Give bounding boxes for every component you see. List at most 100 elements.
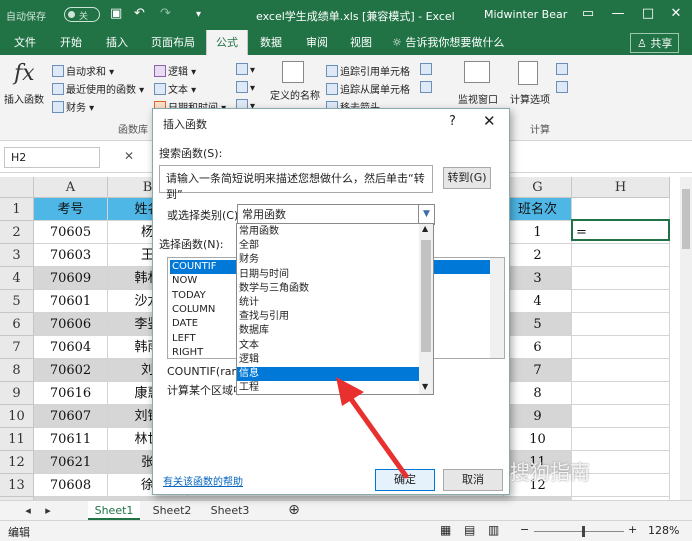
cell-h[interactable]: [572, 267, 670, 290]
calc-sheet-icon[interactable]: [556, 81, 570, 94]
select-all-corner[interactable]: [0, 177, 34, 198]
dropdown-option[interactable]: 日期与时间: [237, 268, 421, 282]
zoom-out-icon[interactable]: −: [520, 523, 529, 536]
cell-a[interactable]: 70621: [34, 451, 108, 474]
row-header[interactable]: 4: [0, 267, 34, 290]
row-header[interactable]: 6: [0, 313, 34, 336]
go-button[interactable]: 转到(G): [443, 167, 491, 189]
tab-data[interactable]: 数据: [252, 30, 290, 55]
calc-now-icon[interactable]: [556, 63, 570, 76]
zoom-slider-thumb[interactable]: [582, 526, 585, 537]
cell-a[interactable]: 70603: [34, 244, 108, 267]
cell-h[interactable]: [572, 336, 670, 359]
dropdown-option[interactable]: 财务: [237, 253, 421, 267]
error-checking-icon[interactable]: [420, 81, 434, 94]
function-list-scrollbar[interactable]: [490, 258, 504, 358]
col-header-h[interactable]: H: [572, 177, 670, 198]
autosave-toggle[interactable]: 关: [64, 7, 100, 22]
cancel-entry-icon[interactable]: ✕: [124, 149, 134, 163]
math-button[interactable]: ▾: [236, 81, 255, 94]
tab-review[interactable]: 审阅: [298, 30, 336, 55]
dialog-close-icon[interactable]: ✕: [483, 112, 496, 130]
scroll-thumb[interactable]: [682, 189, 690, 249]
autosum-button[interactable]: 自动求和 ▾: [52, 63, 114, 78]
zoom-in-icon[interactable]: +: [628, 523, 637, 536]
cell-a[interactable]: 70616: [34, 382, 108, 405]
zoom-level[interactable]: 128%: [648, 524, 679, 537]
dropdown-option[interactable]: 文本: [237, 339, 421, 353]
cell-h[interactable]: [572, 405, 670, 428]
dropdown-option[interactable]: 逻辑: [237, 353, 421, 367]
cell-g[interactable]: 6: [504, 336, 572, 359]
tab-home[interactable]: 开始: [52, 30, 90, 55]
cell-a[interactable]: 70604: [34, 336, 108, 359]
row-header[interactable]: 2: [0, 221, 34, 244]
cell-a[interactable]: 70605: [34, 221, 108, 244]
trace-dependents-button[interactable]: 追踪从属单元格: [326, 81, 410, 96]
cell-h[interactable]: [572, 244, 670, 267]
dropdown-option[interactable]: 工程: [237, 381, 421, 394]
financial-button[interactable]: 财务 ▾: [52, 99, 94, 114]
col-header-g[interactable]: G: [504, 177, 572, 198]
cell-g[interactable]: 3: [504, 267, 572, 290]
cell-h[interactable]: [572, 198, 670, 221]
vertical-scrollbar[interactable]: [680, 177, 692, 500]
recent-functions-button[interactable]: 最近使用的函数 ▾: [52, 81, 144, 96]
row-header[interactable]: 8: [0, 359, 34, 382]
dropdown-option[interactable]: 数学与三角函数: [237, 282, 421, 296]
fx-icon[interactable]: fx: [14, 61, 35, 86]
tab-insert[interactable]: 插入: [98, 30, 136, 55]
row-header[interactable]: 5: [0, 290, 34, 313]
row-header[interactable]: 1: [0, 198, 34, 221]
cell-h[interactable]: [572, 359, 670, 382]
cell-a[interactable]: 70608: [34, 474, 108, 497]
cell-g[interactable]: 班名次: [504, 198, 572, 221]
watch-window-button[interactable]: 监视窗口: [458, 91, 498, 106]
cell-g[interactable]: 2: [504, 244, 572, 267]
tab-page-layout[interactable]: 页面布局: [144, 30, 202, 55]
user-name[interactable]: Midwinter Bear: [484, 8, 567, 21]
cell-h[interactable]: [572, 428, 670, 451]
row-header[interactable]: 3: [0, 244, 34, 267]
add-sheet-icon[interactable]: ⊕: [284, 501, 304, 520]
redo-icon[interactable]: ↷: [160, 6, 171, 21]
normal-view-icon[interactable]: ▦: [440, 523, 451, 537]
row-header[interactable]: 7: [0, 336, 34, 359]
text-button[interactable]: 文本 ▾: [154, 81, 196, 96]
tell-me-box[interactable]: ☼ 告诉我你想要做什么: [392, 30, 504, 55]
share-button[interactable]: ♙ 共享: [630, 33, 680, 53]
dropdown-option[interactable]: 常用函数: [237, 225, 421, 239]
sheet-tab-3[interactable]: Sheet3: [204, 501, 256, 520]
cell-a[interactable]: 70611: [34, 428, 108, 451]
undo-icon[interactable]: ↶: [134, 6, 145, 21]
row-header[interactable]: 13: [0, 474, 34, 497]
qat-customize-icon[interactable]: ▾: [196, 9, 201, 20]
cell-g[interactable]: 1: [504, 221, 572, 244]
dropdown-option[interactable]: 查找与引用: [237, 310, 421, 324]
tab-file[interactable]: 文件: [6, 30, 44, 55]
tab-view[interactable]: 视图: [342, 30, 380, 55]
function-help-link[interactable]: 有关该函数的帮助: [163, 473, 243, 488]
category-dropdown[interactable]: 常用函数 全部 财务 日期与时间 数学与三角函数 统计 查找与引用 数据库 文本 逻辑 信息 工程 ▲…: [236, 223, 434, 395]
name-manager-icon[interactable]: [282, 61, 304, 83]
dropdown-option[interactable]: 统计: [237, 296, 421, 310]
cell-a[interactable]: 70602: [34, 359, 108, 382]
show-formulas-icon[interactable]: [420, 63, 434, 76]
cell-a[interactable]: 70606: [34, 313, 108, 336]
zoom-slider-track[interactable]: [534, 531, 624, 532]
dropdown-scroll-thumb[interactable]: [421, 240, 431, 352]
close-icon[interactable]: ✕: [662, 4, 690, 24]
cell-a[interactable]: 70601: [34, 290, 108, 313]
dropdown-scrollbar[interactable]: ▲ ▼: [419, 224, 433, 394]
cell-g[interactable]: 9: [504, 405, 572, 428]
cell-g[interactable]: 10: [504, 428, 572, 451]
cancel-button[interactable]: 取消: [443, 469, 503, 491]
cell-g[interactable]: 7: [504, 359, 572, 382]
sheet-next-icon[interactable]: ▸: [40, 501, 56, 520]
cell-a[interactable]: 考号: [34, 198, 108, 221]
trace-precedents-button[interactable]: 追踪引用单元格: [326, 63, 410, 78]
col-header-a[interactable]: A: [34, 177, 108, 198]
page-break-view-icon[interactable]: ▥: [488, 523, 499, 537]
dropdown-option[interactable]: 数据库: [237, 324, 421, 338]
row-header[interactable]: 12: [0, 451, 34, 474]
